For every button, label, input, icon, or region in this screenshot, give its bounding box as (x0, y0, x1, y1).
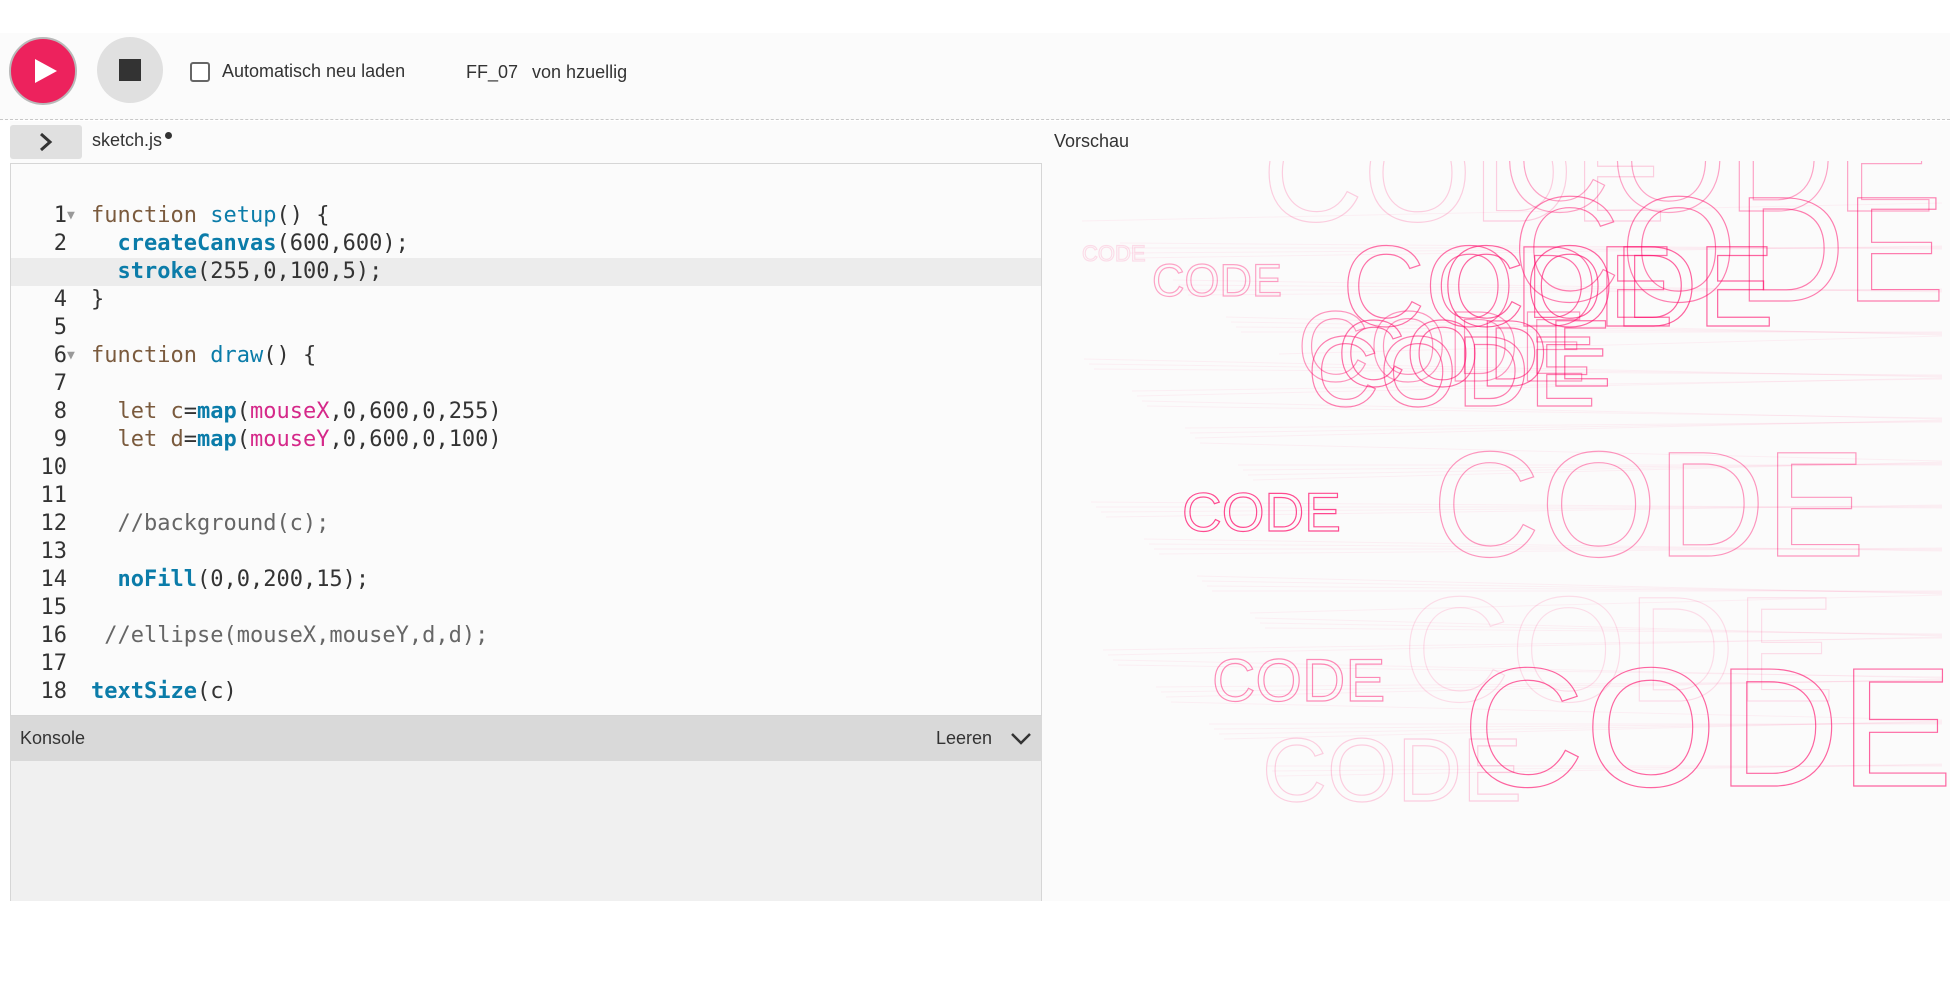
canvas-code-word: CODE (1262, 721, 1522, 821)
autorefresh-label: Automatisch neu laden (222, 61, 406, 81)
sketch-canvas-art: CODECODECODECODECODECODECODECODECODECODE… (1042, 161, 1950, 901)
canvas-code-word: CODE (1402, 565, 1835, 733)
code-line-4: } (91, 287, 105, 312)
project-info: FF_07 von hzuellig (466, 62, 627, 83)
console-title: Konsole (20, 728, 86, 748)
sidebar-toggle-button[interactable] (10, 125, 82, 159)
canvas-code-word: CODE (1432, 420, 1865, 588)
code-line-6: function draw() { (91, 343, 317, 368)
code-line-8: let c=map(mouseX,0,600,0,255) (117, 399, 502, 424)
autorefresh-checkbox[interactable] (190, 61, 210, 82)
canvas-code-word: CODE (1212, 647, 1385, 714)
sketch-canvas[interactable]: CODE CODE CODE CODE CODE CODE CODE CODE CODE CODE… (1042, 161, 1950, 901)
unsaved-dot-icon (165, 132, 173, 139)
console-header: Konsole Leeren (10, 716, 1042, 761)
stop-button[interactable] (97, 37, 163, 103)
code-editor[interactable]: 1▼23456▼789101112131415161718 function s… (10, 163, 1042, 716)
project-author: von hzuellig (532, 62, 628, 82)
play-icon (34, 59, 57, 83)
code-line-3: stroke(255,0,100,5); (11, 258, 1041, 286)
play-button[interactable] (9, 37, 77, 105)
stop-icon (119, 59, 141, 81)
preview-title: Vorschau (1054, 131, 1130, 151)
code-line-12: //background(c); (117, 511, 330, 536)
code-line-18: textSize(c) (91, 679, 237, 704)
canvas-code-word: CODE (1182, 481, 1341, 543)
editor-pane: sketch.js 1▼23456▼789101112131415161718 … (10, 121, 1042, 901)
editor-tabbar: sketch.js (10, 121, 1042, 163)
code-line-16: //ellipse(mouseX,mouseY,d,d); (104, 623, 489, 648)
autorefresh-toggle[interactable]: Automatisch neu laden (190, 61, 405, 82)
file-tab-label: sketch.js (92, 130, 163, 150)
canvas-code-word: CODE (1082, 241, 1146, 266)
toolbar: Automatisch neu laden FF_07 von hzuellig (0, 33, 1950, 120)
project-name[interactable]: FF_07 (466, 62, 518, 83)
chevron-down-icon (1011, 733, 1031, 745)
file-tab-sketch[interactable]: sketch.js (92, 130, 173, 151)
canvas-code-word: CODE (1152, 255, 1282, 306)
code-line-1: function setup() { (91, 203, 330, 228)
code-line-14: noFill(0,0,200,15); (117, 567, 370, 592)
console-output[interactable] (10, 761, 1042, 901)
code-line-2: createCanvas(600,600); (117, 231, 409, 256)
console-collapse-button[interactable] (1006, 724, 1036, 754)
canvas-code-word: CODE (1297, 291, 1586, 403)
console-clear-button[interactable]: Leeren (936, 728, 992, 749)
code-line-9: let d=map(mouseY,0,600,0,100) (117, 427, 502, 452)
preview-pane: Vorschau CODE CODE CODE CODE CODE CODE CODE COD… (1042, 121, 1950, 901)
chevron-right-icon (40, 132, 53, 152)
